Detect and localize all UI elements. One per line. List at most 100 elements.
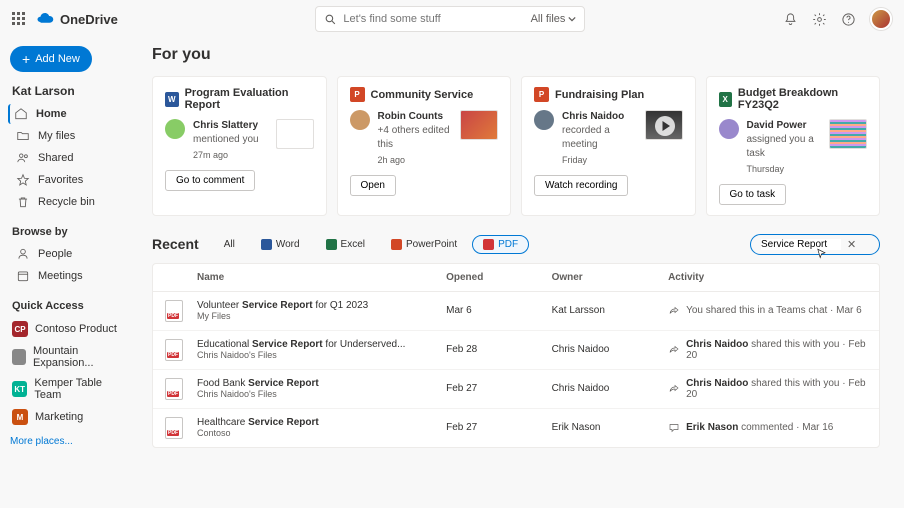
file-opened: Feb 27 (446, 422, 545, 433)
for-you-card[interactable]: W Program Evaluation Report Chris Slatte… (152, 76, 327, 216)
activity-text: Chris Naidoo shared this with you · Feb … (686, 378, 867, 400)
filter-color-icon (483, 239, 494, 250)
nav-label: Meetings (38, 270, 83, 282)
settings-gear-icon[interactable] (812, 12, 827, 27)
col-opened[interactable]: Opened (446, 272, 545, 283)
file-owner: Kat Larsson (552, 305, 663, 316)
recent-filter-input[interactable] (761, 239, 841, 250)
nav-home[interactable]: Home (8, 104, 130, 124)
more-places-link[interactable]: More places... (10, 436, 130, 447)
nav-label: People (38, 248, 72, 260)
qa-badge-icon (12, 349, 26, 365)
activity-text: Erik Nason commented · Mar 16 (686, 422, 833, 433)
recent-header: Recent (152, 236, 199, 252)
for-you-card[interactable]: P Community Service Robin Counts +4 othe… (337, 76, 512, 216)
file-row[interactable]: Volunteer Service Report for Q1 2023My F… (153, 292, 879, 331)
card-thumbnail (460, 110, 498, 140)
nav-label: Home (36, 108, 67, 120)
trash-icon (16, 195, 30, 209)
recent-filter-box[interactable]: ✕ (750, 234, 880, 255)
browse-by-header: Browse by (12, 226, 130, 238)
filter-word[interactable]: Word (250, 235, 311, 254)
home-icon (14, 107, 28, 121)
card-time: 2h ago (378, 154, 453, 167)
file-location: Chris Naidoo's Files (197, 389, 440, 399)
nav-my-files[interactable]: My files (10, 126, 130, 146)
filter-color-icon (391, 239, 402, 250)
person-icon (16, 247, 30, 261)
brand: OneDrive (36, 10, 118, 28)
card-person: Chris Slattery (193, 120, 258, 131)
add-new-button[interactable]: Add New (10, 46, 92, 72)
qa-badge-icon: KT (12, 381, 27, 397)
for-you-card[interactable]: P Fundraising Plan Chris Naidoo recorded… (521, 76, 696, 216)
file-opened: Mar 6 (446, 305, 545, 316)
file-owner: Chris Naidoo (552, 383, 663, 394)
card-title: Budget Breakdown FY23Q2 (738, 87, 867, 111)
chevron-down-icon (568, 15, 576, 23)
filter-color-icon (326, 239, 337, 250)
filter-excel[interactable]: Excel (315, 235, 376, 254)
file-row[interactable]: Healthcare Service ReportContoso Feb 27 … (153, 409, 879, 447)
user-avatar[interactable] (870, 8, 892, 30)
col-owner[interactable]: Owner (552, 272, 663, 283)
file-opened: Feb 27 (446, 383, 545, 394)
filter-pdf[interactable]: PDF (472, 235, 529, 254)
clear-filter-icon[interactable]: ✕ (847, 238, 856, 251)
nav-shared[interactable]: Shared (10, 148, 130, 168)
file-owner: Chris Naidoo (552, 344, 663, 355)
qa-badge-icon: M (12, 409, 28, 425)
nav-people[interactable]: People (10, 244, 130, 264)
star-icon (16, 173, 30, 187)
card-thumbnail (645, 110, 683, 140)
global-search[interactable]: All files (315, 6, 585, 32)
app-launcher-icon[interactable] (12, 12, 26, 26)
card-thumbnail (829, 119, 867, 149)
pdf-file-icon (165, 417, 183, 439)
quick-access-item[interactable]: Mountain Expansion... (10, 342, 130, 372)
quick-access-item[interactable]: CPContoso Product (10, 318, 130, 340)
nav-favorites[interactable]: Favorites (10, 170, 130, 190)
help-icon[interactable] (841, 12, 856, 27)
file-row[interactable]: Food Bank Service ReportChris Naidoo's F… (153, 370, 879, 409)
pdf-file-icon (165, 378, 183, 400)
person-avatar (350, 110, 370, 130)
share-icon (668, 383, 680, 395)
for-you-card[interactable]: X Budget Breakdown FY23Q2 David Power as… (706, 76, 881, 216)
quick-access-item[interactable]: MMarketing (10, 406, 130, 428)
filter-powerpoint[interactable]: PowerPoint (380, 235, 468, 254)
person-avatar (719, 119, 739, 139)
file-name: Food Bank Service Report (197, 378, 440, 389)
ppt-file-icon: P (534, 87, 549, 102)
file-row[interactable]: Educational Service Report for Underserv… (153, 331, 879, 370)
ppt-file-icon: P (350, 87, 365, 102)
filter-all[interactable]: All (213, 235, 246, 254)
quick-access-item[interactable]: KT Kemper Table Team (10, 374, 130, 404)
notifications-icon[interactable] (783, 12, 798, 27)
card-action-button[interactable]: Open (350, 175, 396, 196)
search-scope[interactable]: All files (531, 13, 577, 25)
card-title: Fundraising Plan (555, 89, 644, 101)
search-input[interactable] (343, 13, 524, 25)
file-location: Contoso (197, 428, 440, 438)
people-icon (16, 151, 30, 165)
file-opened: Feb 28 (446, 344, 545, 355)
col-activity[interactable]: Activity (668, 272, 867, 283)
qa-label: Mountain Expansion... (33, 345, 128, 369)
file-location: My Files (197, 311, 440, 321)
nav-meetings[interactable]: Meetings (10, 266, 130, 286)
col-name[interactable]: Name (197, 272, 440, 283)
pdf-file-icon (165, 300, 183, 322)
card-time: 27m ago (193, 149, 268, 162)
card-action-button[interactable]: Go to task (719, 184, 787, 205)
card-person: David Power (747, 120, 807, 131)
nav-label: Shared (38, 152, 73, 164)
onedrive-cloud-icon (36, 10, 54, 28)
file-owner: Erik Nason (552, 422, 663, 433)
nav-recycle-bin[interactable]: Recycle bin (10, 192, 130, 212)
card-action-button[interactable]: Go to comment (165, 170, 255, 191)
card-action-button[interactable]: Watch recording (534, 175, 628, 196)
card-time: Friday (562, 154, 637, 167)
card-action: recorded a meeting (562, 125, 610, 150)
qa-label: Kemper Table Team (34, 377, 128, 401)
